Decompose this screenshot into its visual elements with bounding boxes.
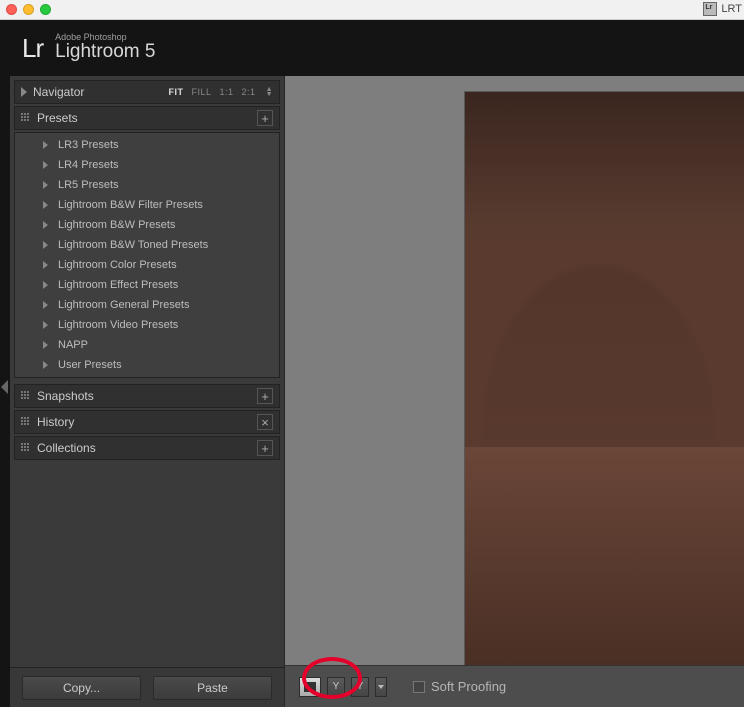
lrt-icon [703,2,717,16]
history-title: History [37,415,257,429]
chevron-right-icon [43,221,48,229]
chevron-right-icon [43,161,48,169]
chevron-left-icon [0,380,8,394]
checkbox-icon [413,681,425,693]
preset-label: LR5 Presets [58,179,119,191]
navigator-panel-header[interactable]: Navigator FIT FILL 1:1 2:1 ▲▼ [14,80,280,104]
photo-preview [465,92,744,665]
chevron-right-icon [43,261,48,269]
preset-label: Lightroom Effect Presets [58,279,178,291]
chevron-right-icon [43,201,48,209]
soft-proofing-toggle[interactable]: Soft Proofing [413,679,506,694]
add-snapshot-button[interactable]: + [257,388,273,404]
grip-icon [21,417,31,427]
preset-folder[interactable]: Lightroom B&W Filter Presets [15,195,279,215]
zoom-fit[interactable]: FIT [169,87,184,97]
snapshots-panel-header[interactable]: Snapshots + [14,384,280,408]
grip-icon [21,113,31,123]
left-panel-column: Navigator FIT FILL 1:1 2:1 ▲▼ Presets + [10,76,285,707]
preset-label: Lightroom B&W Presets [58,219,175,231]
develop-toolbar: Y Y Soft Proofing [285,665,744,707]
chevron-right-icon [43,341,48,349]
before-after-menu-button[interactable] [375,677,387,697]
preset-folder[interactable]: LR3 Presets [15,135,279,155]
soft-proofing-label: Soft Proofing [431,679,506,694]
chevron-right-icon [43,281,48,289]
chevron-right-icon [43,321,48,329]
app-header: Lr Adobe Photoshop Lightroom 5 [0,20,744,76]
paste-settings-button[interactable]: Paste [153,676,272,700]
brand-line-2: Lightroom 5 [55,42,155,63]
collections-panel-header[interactable]: Collections + [14,436,280,460]
presets-panel-header[interactable]: Presets + [14,106,280,130]
chevron-down-icon [378,685,384,689]
chevron-right-icon [43,301,48,309]
loupe-view-button[interactable] [299,677,321,697]
photo-canvas[interactable] [465,92,744,665]
preset-label: LR4 Presets [58,159,119,171]
rectangle-icon [304,682,316,692]
zoom-fill[interactable]: FILL [192,87,212,97]
chevron-right-icon [21,87,27,97]
preset-label: User Presets [58,359,122,371]
copy-settings-button[interactable]: Copy... [22,676,141,700]
traffic-lights [6,4,51,15]
clear-history-button[interactable]: × [257,414,273,430]
navigator-title: Navigator [33,85,169,99]
preset-label: Lightroom B&W Toned Presets [58,239,208,251]
preset-folder[interactable]: Lightroom Effect Presets [15,275,279,295]
preset-folder[interactable]: LR5 Presets [15,175,279,195]
close-window-button[interactable] [6,4,17,15]
add-preset-button[interactable]: + [257,110,273,126]
zoom-stepper[interactable]: ▲▼ [266,87,273,97]
preset-folder[interactable]: User Presets [15,355,279,375]
chevron-right-icon [43,361,48,369]
grip-icon [21,443,31,453]
before-after-tb-button[interactable]: Y [351,677,369,697]
add-collection-button[interactable]: + [257,440,273,456]
main-canvas-area: Y Y Soft Proofing [285,76,744,707]
preset-label: Lightroom Video Presets [58,319,178,331]
window-titlebar: LRT [0,0,744,20]
titlebar-app-label: LRT [721,3,742,15]
navigator-zoom-controls: FIT FILL 1:1 2:1 ▲▼ [169,87,273,97]
chevron-right-icon [43,141,48,149]
preset-folder[interactable]: Lightroom B&W Presets [15,215,279,235]
logo-text: Lr [22,33,43,64]
preset-label: Lightroom General Presets [58,299,189,311]
presets-list: LR3 Presets LR4 Presets LR5 Presets Ligh… [14,132,280,378]
zoom-window-button[interactable] [40,4,51,15]
preset-label: Lightroom B&W Filter Presets [58,199,203,211]
history-panel-header[interactable]: History × [14,410,280,434]
preset-folder[interactable]: LR4 Presets [15,155,279,175]
preset-folder[interactable]: Lightroom Video Presets [15,315,279,335]
app-frame: Lr Adobe Photoshop Lightroom 5 Navigator… [0,20,744,707]
zoom-2to1[interactable]: 2:1 [242,87,256,97]
preset-folder[interactable]: NAPP [15,335,279,355]
preset-folder[interactable]: Lightroom General Presets [15,295,279,315]
preset-folder[interactable]: Lightroom B&W Toned Presets [15,235,279,255]
preset-label: LR3 Presets [58,139,119,151]
preset-folder[interactable]: Lightroom Color Presets [15,255,279,275]
collections-title: Collections [37,441,257,455]
titlebar-app-menu[interactable]: LRT [703,2,742,16]
chevron-right-icon [43,241,48,249]
copy-paste-bar: Copy... Paste [10,667,284,707]
presets-title: Presets [37,111,257,125]
grip-icon [21,391,31,401]
before-after-lr-button[interactable]: Y [327,677,345,697]
snapshots-title: Snapshots [37,389,257,403]
zoom-1to1[interactable]: 1:1 [220,87,234,97]
chevron-right-icon [43,181,48,189]
preset-label: NAPP [58,339,88,351]
left-panel-collapse-gutter[interactable] [0,20,10,707]
preset-label: Lightroom Color Presets [58,259,177,271]
minimize-window-button[interactable] [23,4,34,15]
